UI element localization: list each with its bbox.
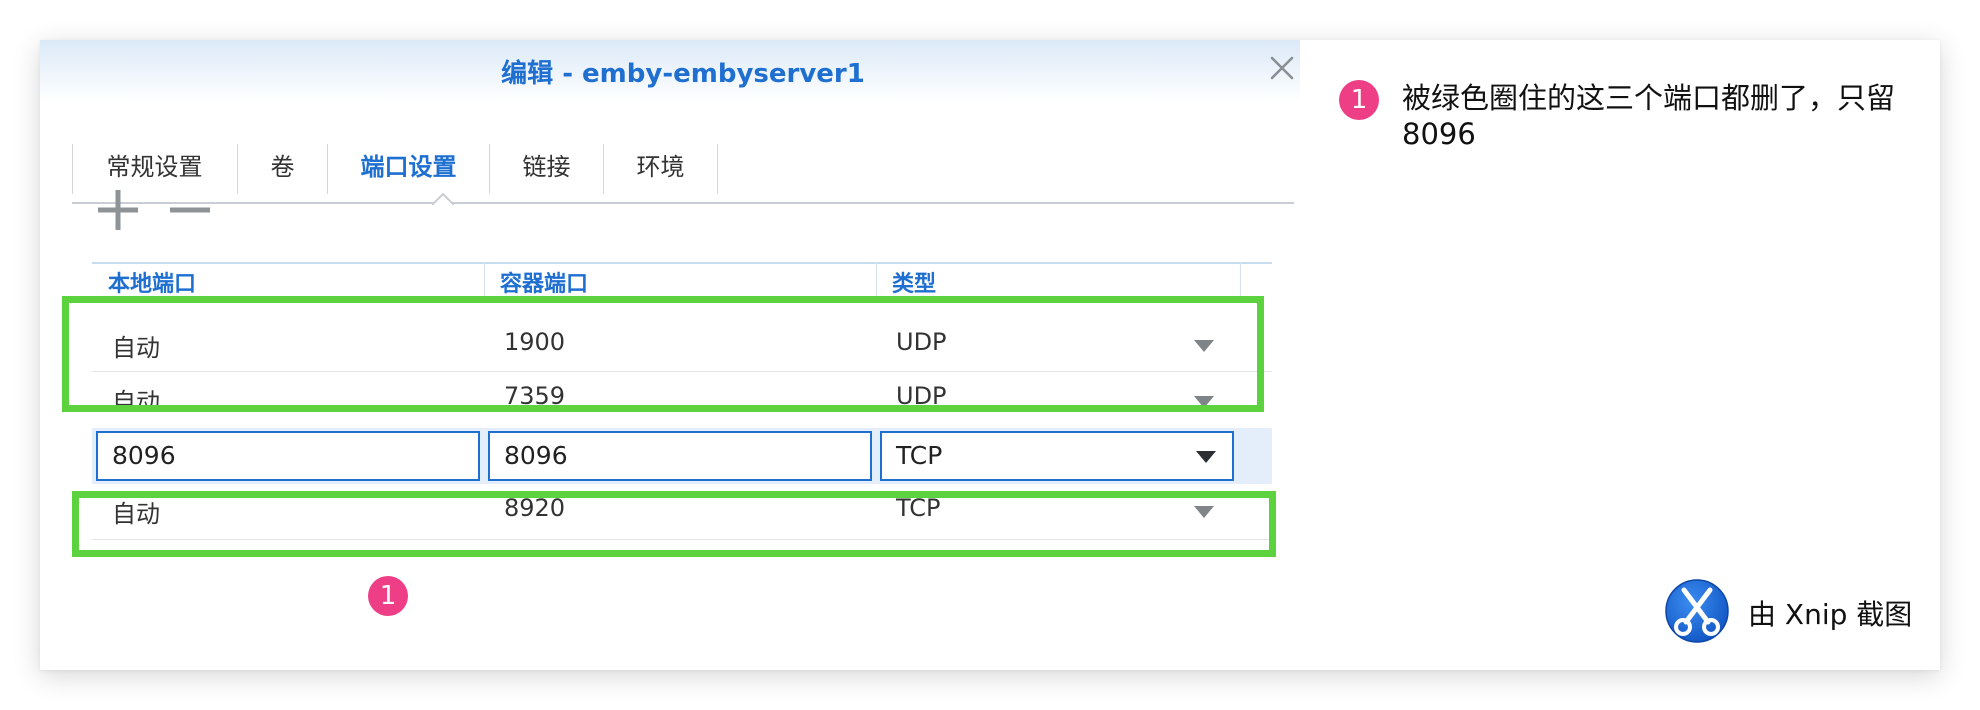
- type-select[interactable]: TCP: [880, 431, 1234, 481]
- dialog-title: 编辑 - emby-embyserver1: [501, 59, 865, 89]
- annotation-note: 被绿色圈住的这三个端口都删了，只留8096: [1402, 81, 1896, 151]
- tab-environment[interactable]: 环境: [604, 142, 717, 192]
- annotation-badge: 1: [368, 576, 408, 616]
- tab-underline: [72, 202, 1294, 204]
- xnip-watermark-label: 由 Xnip 截图: [1748, 598, 1913, 631]
- edit-dialog: 编辑 - emby-embyserver1 常规设置 卷 端口设置 链接 环境 …: [40, 40, 1300, 670]
- type-select-value: TCP: [896, 441, 943, 470]
- tab-links[interactable]: 链接: [490, 142, 603, 192]
- close-icon[interactable]: [1268, 54, 1296, 82]
- tab-volume[interactable]: 卷: [238, 142, 327, 192]
- chevron-down-icon[interactable]: [1196, 451, 1216, 463]
- annotation-badge: 1: [1339, 80, 1379, 120]
- local-port-input[interactable]: 8096: [96, 431, 480, 481]
- tab-separator: [717, 144, 718, 194]
- table-header-line: [92, 262, 1272, 264]
- tab-general[interactable]: 常规设置: [72, 142, 237, 192]
- plus-icon[interactable]: [96, 188, 140, 232]
- tab-port-settings[interactable]: 端口设置: [328, 142, 489, 192]
- column-header-local-port[interactable]: 本地端口: [108, 268, 196, 298]
- green-highlight-box: [72, 491, 1276, 557]
- column-header-container-port[interactable]: 容器端口: [500, 268, 588, 298]
- container-port-input[interactable]: 8096: [488, 431, 872, 481]
- scissors-icon: [1665, 579, 1729, 643]
- minus-icon[interactable]: [168, 188, 212, 232]
- column-header-type[interactable]: 类型: [892, 268, 936, 298]
- tab-bar: 常规设置 卷 端口设置 链接 环境: [72, 102, 1294, 205]
- green-highlight-box: [62, 296, 1264, 412]
- active-tab-caret-icon: [432, 193, 454, 205]
